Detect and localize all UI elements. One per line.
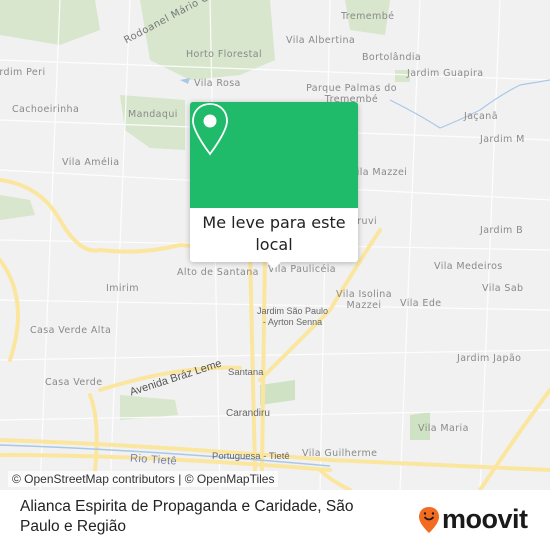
map-label: Jardim B: [480, 225, 524, 236]
map-label: Vila Isolina Mazzei: [336, 289, 392, 311]
map-label: Alto de Santana: [177, 267, 259, 278]
map-label: Jardim M: [480, 134, 525, 145]
map-label: Vila Albertina: [286, 35, 356, 46]
logo-text: moovit: [442, 504, 528, 534]
map-label: Vila Maria: [418, 423, 469, 434]
map-label: Jardim Guapira: [407, 68, 484, 79]
map-label: Vila Amélia: [62, 157, 120, 168]
map-label: Casa Verde: [45, 377, 103, 388]
moovit-logo[interactable]: moovit: [418, 504, 528, 535]
popup-label[interactable]: Me leve para este local: [190, 208, 358, 256]
popup-header: [190, 102, 358, 208]
map-label: Tremembé: [341, 11, 395, 22]
map-label: Vila Rosa: [194, 78, 241, 89]
directions-popup[interactable]: Me leve para este local: [190, 102, 358, 269]
place-title: Alianca Espirita de Propaganda e Caridad…: [20, 498, 354, 535]
map-attribution[interactable]: © OpenStreetMap contributors | © OpenMap…: [8, 471, 279, 487]
map-label: Horto Florestal: [186, 49, 263, 60]
map-label: Santana: [228, 367, 264, 378]
map-label: Cachoeirinha: [12, 104, 80, 115]
map-label: Jaçanã: [464, 111, 498, 122]
popup-pointer: [267, 262, 281, 269]
map-label: Casa Verde Alta: [30, 325, 112, 336]
map-label: Bortolândia: [362, 52, 422, 63]
map-label: Vila Mazzei: [350, 167, 408, 178]
map[interactable]: Rodoanel Mário Covas Tremembé Vila Alber…: [0, 0, 550, 490]
map-label: Vila Sab: [482, 283, 524, 294]
map-label: Carandiru: [226, 408, 270, 419]
moovit-pin-icon: [419, 506, 439, 533]
map-label: Imirim: [106, 283, 139, 294]
map-label: Jardim Japão: [457, 353, 522, 364]
map-label: Portuguesa - Tietê: [212, 451, 290, 462]
map-label: Vila Guilherme: [302, 448, 378, 459]
map-pin-icon: [192, 103, 228, 156]
map-label: Vila Ede: [400, 298, 442, 309]
map-label: Mandaqui: [128, 109, 178, 120]
map-label: Jardim Peri: [0, 67, 46, 78]
map-label: Jardim São Paulo - Ayrton Senna: [256, 306, 329, 327]
map-label: Vila Medeiros: [434, 261, 503, 272]
